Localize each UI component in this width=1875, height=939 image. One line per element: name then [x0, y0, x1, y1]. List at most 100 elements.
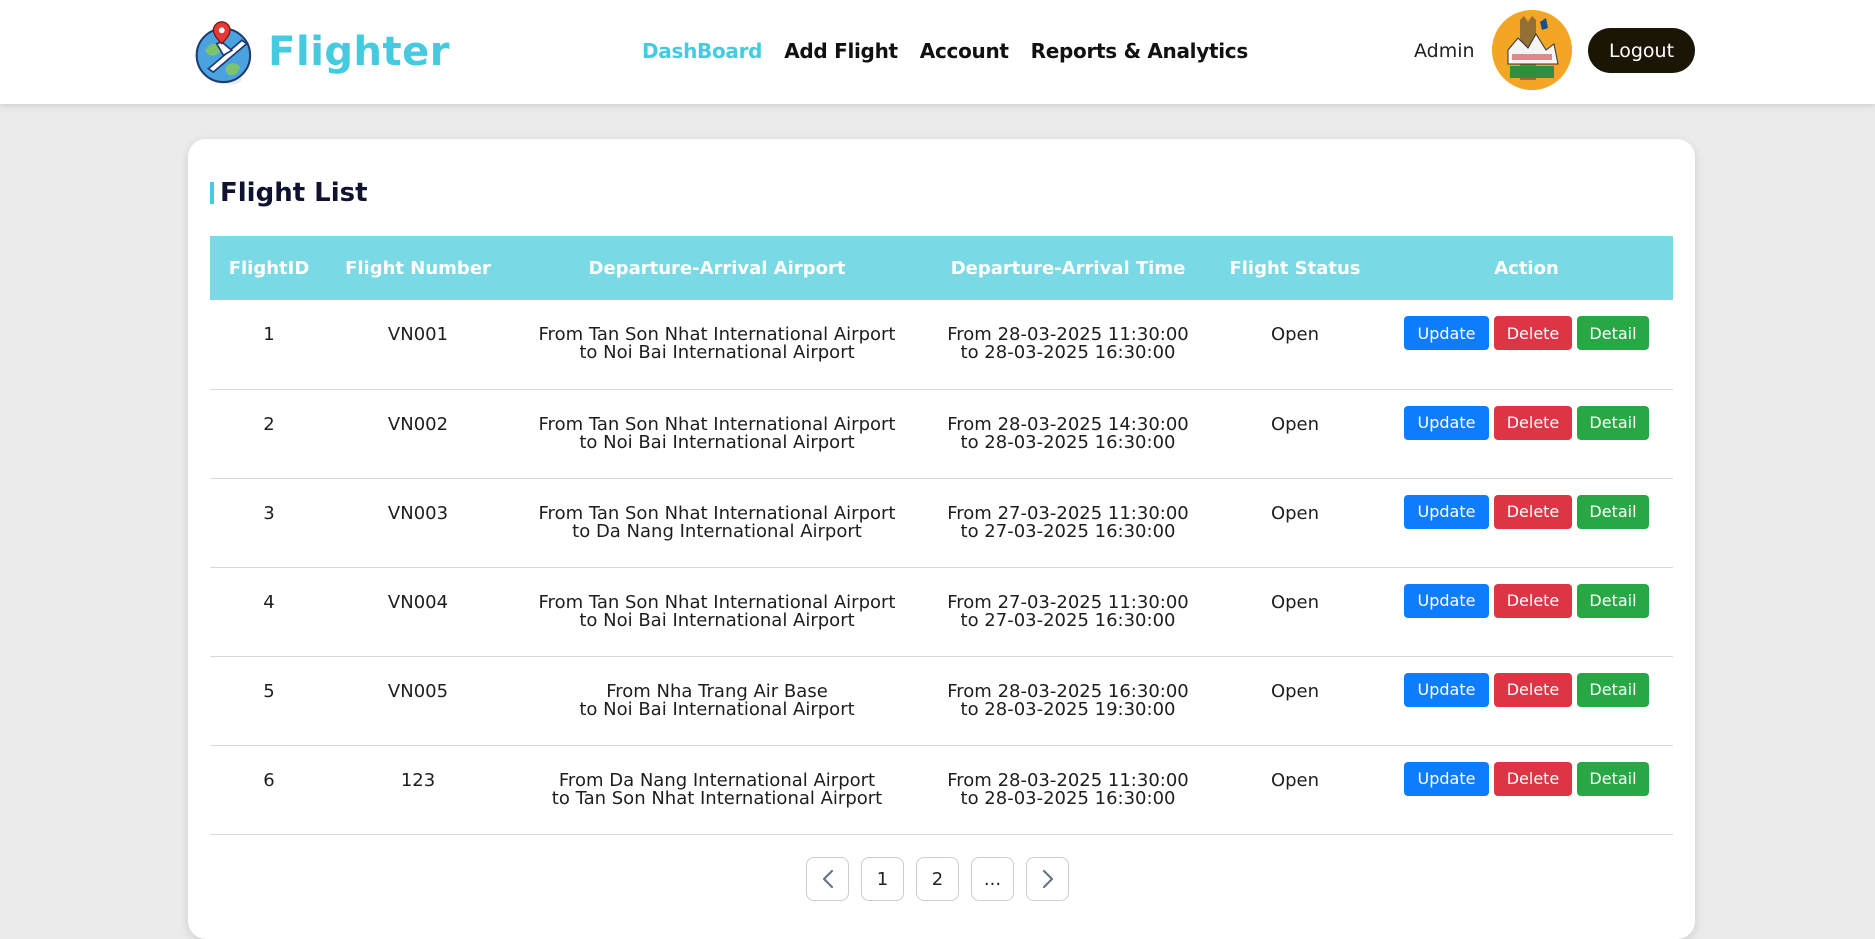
chevron-left-icon: [822, 869, 833, 889]
brand-logo[interactable]: Flighter: [190, 8, 450, 96]
detail-button[interactable]: Detail: [1577, 316, 1649, 351]
route-cell: From Tan Son Nhat International Airport t…: [508, 389, 926, 478]
time-from: From 28-03-2025 16:30:00: [947, 680, 1189, 702]
action-cell: Update Delete Detail: [1380, 478, 1673, 567]
time-cell: From 28-03-2025 16:30:00 to 28-03-2025 19…: [926, 656, 1210, 745]
flight-number-cell: 123: [328, 745, 508, 834]
delete-button[interactable]: Delete: [1494, 405, 1572, 440]
flight-number: VN001: [387, 324, 449, 346]
pagination: 1 2 ...: [806, 857, 1069, 901]
row-actions: Update Delete Detail: [1384, 316, 1669, 351]
action-cell: Update Delete Detail: [1380, 300, 1673, 389]
avatar[interactable]: [1492, 10, 1572, 90]
update-button[interactable]: Update: [1404, 316, 1489, 351]
delete-button[interactable]: Delete: [1494, 583, 1572, 618]
update-button[interactable]: Update: [1404, 672, 1489, 707]
nav-account[interactable]: Account: [920, 34, 1009, 68]
time-to: to 27-03-2025 16:30:00: [960, 609, 1176, 631]
route-cell: From Nha Trang Air Base to Noi Bai Intern…: [508, 656, 926, 745]
flight-id-cell: 5: [210, 656, 328, 745]
table-row: 2 VN002 From Tan Son Nhat International …: [210, 389, 1673, 478]
row-actions: Update Delete Detail: [1384, 494, 1669, 529]
table-row: 1 VN001 From Tan Son Nhat International …: [210, 300, 1673, 389]
column-header: Action: [1494, 257, 1559, 279]
status-cell: Open: [1210, 656, 1380, 745]
delete-button[interactable]: Delete: [1494, 672, 1572, 707]
time-to: to 27-03-2025 16:30:00: [960, 520, 1176, 542]
flight-id: 1: [263, 324, 275, 346]
flight-number: VN003: [387, 502, 449, 524]
delete-button[interactable]: Delete: [1494, 494, 1572, 529]
logout-button[interactable]: Logout: [1588, 28, 1695, 73]
flight-id: 4: [263, 591, 275, 613]
detail-button[interactable]: Detail: [1577, 761, 1649, 796]
action-cell: Update Delete Detail: [1380, 389, 1673, 478]
flight-number-cell: VN004: [328, 567, 508, 656]
flight-id: 5: [263, 680, 275, 702]
route-cell: From Da Nang International Airport to Tan…: [508, 745, 926, 834]
column-header: Departure-Arrival Airport: [588, 257, 846, 279]
table-row: 3 VN003 From Tan Son Nhat International …: [210, 478, 1673, 567]
flight-id-cell: 3: [210, 478, 328, 567]
route-to: to Noi Bai International Airport: [579, 342, 855, 364]
delete-button[interactable]: Delete: [1494, 316, 1572, 351]
title-accent-bar: [210, 182, 214, 204]
nav-dashboard[interactable]: DashBoard: [642, 34, 763, 68]
update-button[interactable]: Update: [1404, 494, 1489, 529]
page-button[interactable]: 1: [861, 857, 904, 901]
prev-page-button[interactable]: [806, 857, 849, 901]
row-actions: Update Delete Detail: [1384, 583, 1669, 618]
flight-status: Open: [1270, 324, 1320, 346]
time-cell: From 27-03-2025 11:30:00 to 27-03-2025 16…: [926, 567, 1210, 656]
nav-add-flight[interactable]: Add Flight: [784, 34, 898, 68]
route-from: From Tan Son Nhat International Airport: [538, 413, 896, 435]
avatar-image-icon: [1492, 10, 1572, 90]
flight-id: 2: [263, 413, 275, 435]
time-cell: From 27-03-2025 11:30:00 to 27-03-2025 16…: [926, 478, 1210, 567]
table-row: 5 VN005 From Nha Trang Air Base to Noi Ba…: [210, 656, 1673, 745]
route-to: to Da Nang International Airport: [572, 520, 862, 542]
table-row: 6 123 From Da Nang International Airport…: [210, 745, 1673, 834]
detail-button[interactable]: Detail: [1577, 405, 1649, 440]
page-button[interactable]: 2: [916, 857, 959, 901]
flight-number: VN004: [387, 591, 449, 613]
globe-plane-logo-icon: [195, 21, 252, 85]
next-page-button[interactable]: [1026, 857, 1069, 901]
flight-number-cell: VN003: [328, 478, 508, 567]
time-cell: From 28-03-2025 11:30:00 to 28-03-2025 16…: [926, 745, 1210, 834]
detail-button[interactable]: Detail: [1577, 583, 1649, 618]
page-ellipsis-button[interactable]: ...: [971, 857, 1014, 901]
flight-status: Open: [1270, 769, 1320, 791]
time-to: to 28-03-2025 16:30:00: [960, 342, 1176, 364]
action-cell: Update Delete Detail: [1380, 567, 1673, 656]
nav-reports-analytics[interactable]: Reports & Analytics: [1031, 34, 1249, 68]
row-actions: Update Delete Detail: [1384, 761, 1669, 796]
route-cell: From Tan Son Nhat International Airport t…: [508, 567, 926, 656]
detail-button[interactable]: Detail: [1577, 494, 1649, 529]
update-button[interactable]: Update: [1404, 405, 1489, 440]
column-header: FlightID: [228, 257, 310, 279]
time-cell: From 28-03-2025 11:30:00 to 28-03-2025 16…: [926, 300, 1210, 389]
user-name: Admin: [1414, 40, 1475, 62]
delete-button[interactable]: Delete: [1494, 761, 1572, 796]
detail-button[interactable]: Detail: [1577, 672, 1649, 707]
page-title: Flight List: [210, 175, 368, 211]
status-cell: Open: [1210, 745, 1380, 834]
update-button[interactable]: Update: [1404, 761, 1489, 796]
time-from: From 28-03-2025 11:30:00: [947, 769, 1189, 791]
flight-id-cell: 2: [210, 389, 328, 478]
time-to: to 28-03-2025 16:30:00: [960, 787, 1176, 809]
flight-status: Open: [1270, 413, 1320, 435]
main-navigation: DashBoard Add Flight Account Reports & A…: [642, 34, 1270, 68]
page-title-text: Flight List: [220, 178, 368, 208]
status-cell: Open: [1210, 300, 1380, 389]
update-button[interactable]: Update: [1404, 583, 1489, 618]
route-from: From Nha Trang Air Base: [606, 680, 828, 702]
flight-number-cell: VN005: [328, 656, 508, 745]
row-actions: Update Delete Detail: [1384, 405, 1669, 440]
action-cell: Update Delete Detail: [1380, 656, 1673, 745]
flights-table: FlightID Flight Number Departure-Arrival…: [210, 236, 1673, 835]
route-to: to Noi Bai International Airport: [579, 609, 855, 631]
flight-number: VN002: [387, 413, 449, 435]
flight-id-cell: 1: [210, 300, 328, 389]
